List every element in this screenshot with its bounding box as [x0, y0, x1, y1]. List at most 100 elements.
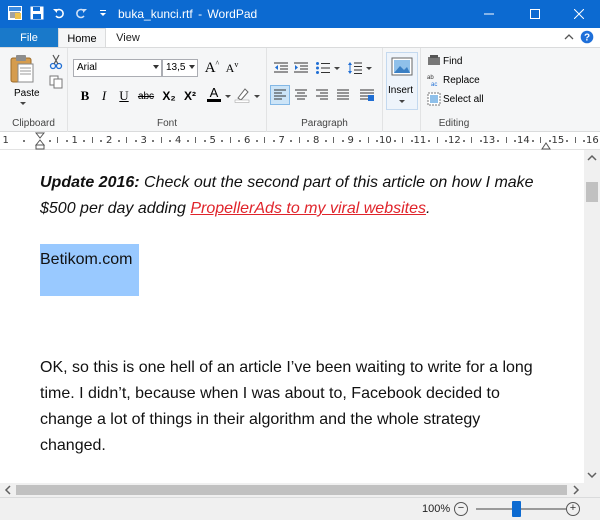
align-right-icon [316, 89, 328, 100]
first-line-indent-marker-icon[interactable] [35, 132, 45, 150]
propellerads-link[interactable]: PropellerAds to my viral websites [190, 200, 426, 217]
save-icon[interactable] [28, 4, 46, 22]
select-all-button[interactable]: Select all [427, 92, 484, 106]
help-icon[interactable]: ? [580, 30, 594, 44]
justify-button[interactable] [333, 85, 353, 105]
ruler[interactable]: 1 1 2 3 4 5 6 7 8 9 10 11 12 13 14 15 16 [0, 132, 600, 150]
subscript-button[interactable]: X₂ [159, 86, 179, 106]
copy-button[interactable] [46, 72, 66, 92]
font-size-select[interactable]: 13,5 [162, 59, 198, 77]
horizontal-scroll-thumb[interactable] [16, 485, 567, 495]
maximize-button[interactable] [512, 0, 558, 28]
ruler-dot [307, 140, 310, 142]
insert-label: Insert [388, 85, 414, 96]
align-right-button[interactable] [312, 85, 332, 105]
scrollbar-corner [584, 483, 600, 497]
font-family-value: Arial [77, 62, 98, 73]
zoom-slider-track[interactable] [476, 508, 566, 510]
justify-icon [337, 89, 349, 100]
line-spacing-dropdown-icon[interactable] [365, 66, 373, 71]
italic-button[interactable]: I [94, 86, 114, 106]
underline-button[interactable]: U [114, 86, 134, 106]
horizontal-scrollbar[interactable] [0, 483, 584, 497]
customize-qat-icon[interactable] [94, 4, 112, 22]
align-left-icon [274, 89, 286, 100]
highlight-dropdown-icon[interactable] [253, 94, 261, 99]
replace-button[interactable]: ab ac Replace [427, 73, 480, 88]
zoom-in-button[interactable]: + [566, 502, 580, 516]
highlight-button[interactable] [232, 85, 252, 105]
find-button[interactable]: Find [427, 54, 462, 68]
ruler-dot [341, 140, 344, 142]
ruler-number: 1 [71, 135, 78, 146]
scroll-up-icon[interactable] [584, 152, 600, 164]
line-spacing-button[interactable] [345, 58, 365, 78]
increase-indent-icon [294, 62, 308, 73]
strikethrough-button[interactable]: abc [136, 86, 156, 106]
align-left-button[interactable] [270, 85, 290, 105]
update-end: . [425, 200, 431, 217]
zoom-slider-thumb[interactable] [512, 501, 521, 517]
align-center-button[interactable] [291, 85, 311, 105]
selected-text[interactable]: Betikom.com [40, 251, 132, 269]
tab-home[interactable]: Home [58, 28, 106, 48]
paste-dropdown-icon [20, 102, 26, 105]
ruler-number: 6 [244, 135, 251, 146]
paragraph-dialog-button[interactable] [357, 85, 377, 105]
minimize-button[interactable] [466, 0, 512, 28]
close-button[interactable] [556, 0, 600, 28]
maximize-icon [530, 9, 540, 19]
ruler-dot [359, 140, 362, 142]
scroll-right-icon[interactable] [570, 483, 582, 497]
decrease-indent-button[interactable] [271, 58, 291, 78]
wordpad-app-icon[interactable] [6, 4, 24, 22]
font-family-dropdown-icon [153, 65, 159, 69]
bold-button[interactable]: B [75, 86, 95, 106]
ruler-tick [367, 137, 369, 143]
ruler-number: 12 [448, 135, 461, 146]
vertical-scrollbar[interactable] [584, 150, 600, 483]
document-area[interactable]: Update 2016: Check out the second part o… [0, 150, 584, 483]
paste-button[interactable]: Paste [8, 54, 40, 106]
tab-file[interactable]: File [0, 28, 58, 47]
scroll-left-icon[interactable] [2, 483, 14, 497]
ruler-number: 14 [517, 135, 530, 146]
ruler-dot [203, 140, 206, 142]
ruler-number: 4 [175, 135, 182, 146]
copy-icon [49, 75, 63, 89]
document-filename: buka_kunci.rtf [118, 7, 193, 21]
bullets-dropdown-icon[interactable] [333, 66, 341, 71]
cut-button[interactable] [46, 52, 66, 72]
align-center-icon [295, 89, 307, 100]
collapse-ribbon-icon[interactable] [564, 33, 574, 41]
ruler-dot [497, 140, 500, 142]
vertical-scroll-thumb[interactable] [586, 182, 598, 202]
ruler-dot [324, 140, 327, 142]
grow-font-button[interactable]: A ^ [202, 58, 222, 78]
body-paragraph: OK, so this is one hell of an article I’… [40, 359, 533, 454]
zoom-level-label: 100% [422, 503, 451, 515]
ruler-dot [48, 140, 51, 142]
insert-button[interactable]: Insert [386, 52, 418, 110]
title-separator: - [198, 7, 203, 21]
ruler-number: 1 [2, 135, 9, 146]
superscript-button[interactable]: X² [180, 86, 200, 106]
bullets-button[interactable] [313, 58, 333, 78]
tab-view[interactable]: View [108, 28, 148, 47]
paragraph-group-label: Paragraph [301, 118, 348, 129]
undo-icon[interactable] [50, 4, 68, 22]
shrink-font-button[interactable]: Av [222, 58, 242, 78]
scroll-down-icon[interactable] [584, 469, 600, 481]
redo-icon[interactable] [72, 4, 90, 22]
ruler-dot [117, 140, 120, 142]
font-family-select[interactable]: Arial [73, 59, 162, 77]
text-color-button[interactable]: A [204, 84, 224, 104]
zoom-out-button[interactable]: − [454, 502, 468, 516]
ruler-tick [574, 137, 576, 143]
ruler-dot [566, 140, 569, 142]
ruler-dot [152, 140, 155, 142]
text-color-dropdown-icon[interactable] [224, 94, 232, 99]
ribbon-controls: ? [564, 30, 594, 44]
increase-indent-button[interactable] [291, 58, 311, 78]
editing-group: Find ab ac Replace Select all Editing [421, 48, 487, 132]
